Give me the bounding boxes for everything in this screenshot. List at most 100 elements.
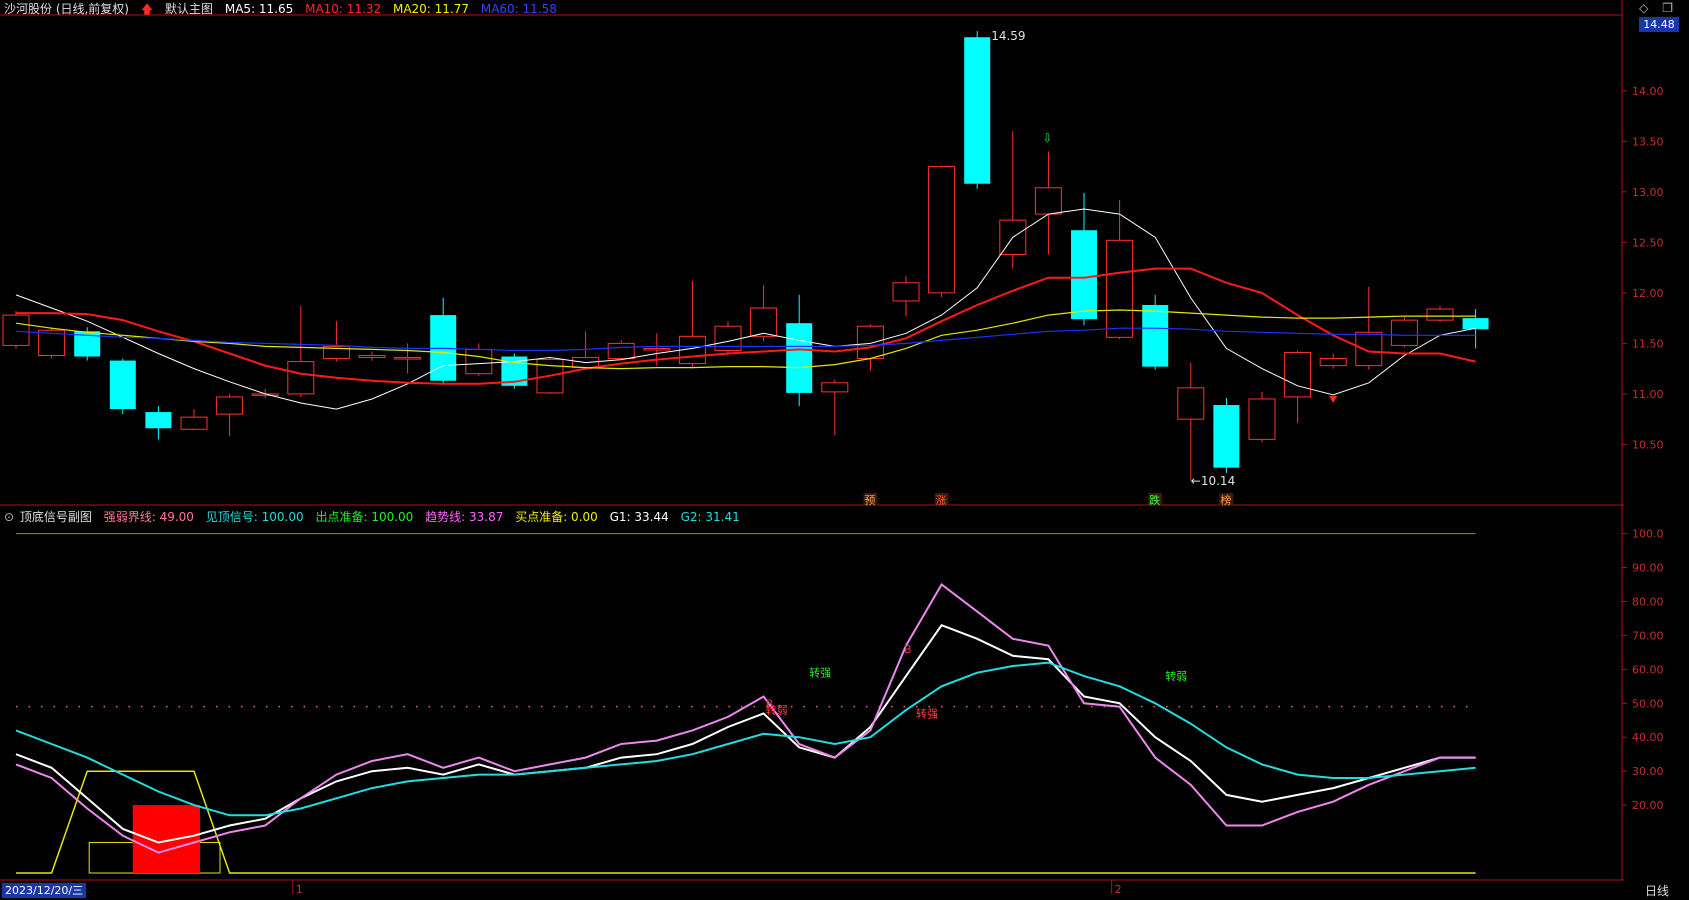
- marker-yu: 预: [863, 493, 878, 507]
- sub-line-g1: [15, 583, 1476, 854]
- sub-tick-label: 60.00: [1632, 663, 1664, 676]
- marker-zhang: 涨: [934, 493, 949, 507]
- candle-body: [1319, 358, 1347, 367]
- label-weaken-2: 转弱: [1165, 669, 1187, 683]
- candle: [216, 393, 244, 437]
- candle: [180, 409, 208, 431]
- price-tick-label: 14.00: [1632, 85, 1664, 98]
- candle-body: [465, 348, 493, 375]
- period-label[interactable]: 日线: [1645, 882, 1669, 899]
- candle-body: [1426, 308, 1454, 321]
- ma20-value: MA20: 11.77: [392, 2, 470, 16]
- ma-line-ma20: [15, 309, 1476, 370]
- candle: [1462, 309, 1489, 349]
- settings-circle-icon[interactable]: ⊙: [4, 510, 14, 524]
- candle-body: [1213, 405, 1240, 468]
- candle-body: [607, 342, 635, 360]
- candle: [928, 165, 956, 297]
- candle: [1213, 397, 1240, 473]
- sub-tick-label: 100.0: [1632, 528, 1664, 541]
- sub-line-g2: [15, 661, 1476, 817]
- label-strengthen-2: 转强: [916, 706, 938, 720]
- price-tick-label: 11.00: [1632, 388, 1664, 401]
- sub-tick-label: 80.00: [1632, 595, 1664, 608]
- sub-chart-header: ⊙ 顶底信号副图 强弱界线: 49.00 见顶信号: 100.00 出点准备: …: [4, 508, 748, 525]
- candle-body: [1462, 318, 1489, 330]
- candle-body: [892, 282, 920, 302]
- candle: [38, 327, 66, 359]
- label-b-1: B: [766, 697, 774, 710]
- sub-tick-label: 30.00: [1632, 765, 1664, 778]
- price-tick-label: 10.50: [1632, 438, 1664, 451]
- g2-value: G2: 31.41: [680, 510, 740, 524]
- candle-body: [1106, 239, 1134, 338]
- candle-body: [1071, 230, 1097, 320]
- candle-body: [358, 355, 386, 359]
- label-strengthen-1: 转强: [809, 666, 831, 680]
- price-tick-label: 12.50: [1632, 236, 1664, 249]
- marker-text: 榜: [1220, 493, 1231, 507]
- candle: [1284, 350, 1312, 424]
- candle-body: [216, 396, 244, 415]
- candle-body: [786, 323, 813, 393]
- template-name[interactable]: 默认主图: [165, 2, 213, 16]
- restore-icon[interactable]: ❐: [1662, 1, 1673, 15]
- candle: [145, 406, 172, 440]
- candle: [607, 340, 635, 361]
- candle: [1177, 362, 1205, 481]
- marker-die: 跌: [1148, 493, 1163, 507]
- candle: [999, 131, 1027, 269]
- price-tick-label: 13.50: [1632, 135, 1664, 148]
- cursor-date-label: 2023/12/20/三: [2, 883, 87, 898]
- stock-title[interactable]: 沙河股份 (日线,前复权): [4, 2, 129, 16]
- ma-line-ma5: [15, 208, 1476, 410]
- month-label-1: 1: [296, 883, 303, 896]
- sub-line-trend: [15, 623, 1476, 844]
- candle: [714, 321, 742, 356]
- candle: [1106, 199, 1134, 340]
- strong-weak-value: 强弱界线: 49.00: [103, 510, 194, 524]
- ma10-value: MA10: 11.32: [305, 2, 382, 16]
- candle: [501, 353, 528, 389]
- candle-body: [287, 361, 315, 395]
- candle-body: [1248, 398, 1276, 440]
- candle-body: [1142, 304, 1169, 367]
- sub-tick-label: 40.00: [1632, 731, 1664, 744]
- marker-bang: 榜: [1219, 493, 1234, 507]
- sub-tick-label: 50.00: [1632, 697, 1664, 710]
- buy-prep-line: [16, 770, 1476, 874]
- see-top-value: 见顶信号: 100.00: [205, 510, 304, 524]
- candle: [821, 379, 849, 436]
- candle: [1426, 306, 1454, 323]
- low-price-label: ←10.14: [1191, 474, 1235, 488]
- candle: [430, 297, 457, 384]
- candle-body: [1390, 319, 1418, 346]
- candle: [465, 343, 493, 376]
- price-tick-label: 13.00: [1632, 186, 1664, 199]
- candle-body: [928, 166, 956, 294]
- trend-value: 趋势线: 33.87: [425, 510, 504, 524]
- candle-body: [1355, 331, 1383, 367]
- candle-body: [2, 314, 30, 346]
- candle: [1319, 353, 1347, 369]
- candle: [109, 358, 136, 415]
- candle: [1390, 317, 1418, 348]
- marker-text: 涨: [936, 494, 947, 507]
- green-down-arrow-icon: ⇩: [1042, 131, 1052, 145]
- buy-prep-value: 买点准备: 0.00: [515, 510, 598, 524]
- marker-text: 跌: [1149, 493, 1160, 507]
- candle: [358, 351, 386, 361]
- main-chart-header: 沙河股份 (日线,前复权) 🡅 默认主图 MA5: 11.65 MA10: 11…: [4, 0, 565, 21]
- candle-body: [145, 412, 172, 429]
- g1-value: G1: 33.44: [609, 510, 669, 524]
- window-controls: ◇ ❐: [1639, 1, 1673, 15]
- ma60-value: MA60: 11.58: [480, 2, 557, 16]
- diamond-icon[interactable]: ◇: [1639, 1, 1648, 15]
- ma5-value: MA5: 11.65: [224, 2, 294, 16]
- sub-chart-title[interactable]: 顶底信号副图: [20, 510, 92, 524]
- candle-body: [964, 37, 991, 184]
- candle: [1034, 151, 1062, 255]
- marker-text: 预: [864, 494, 875, 507]
- candle: [322, 321, 350, 362]
- sub-tick-label: 20.00: [1632, 799, 1664, 812]
